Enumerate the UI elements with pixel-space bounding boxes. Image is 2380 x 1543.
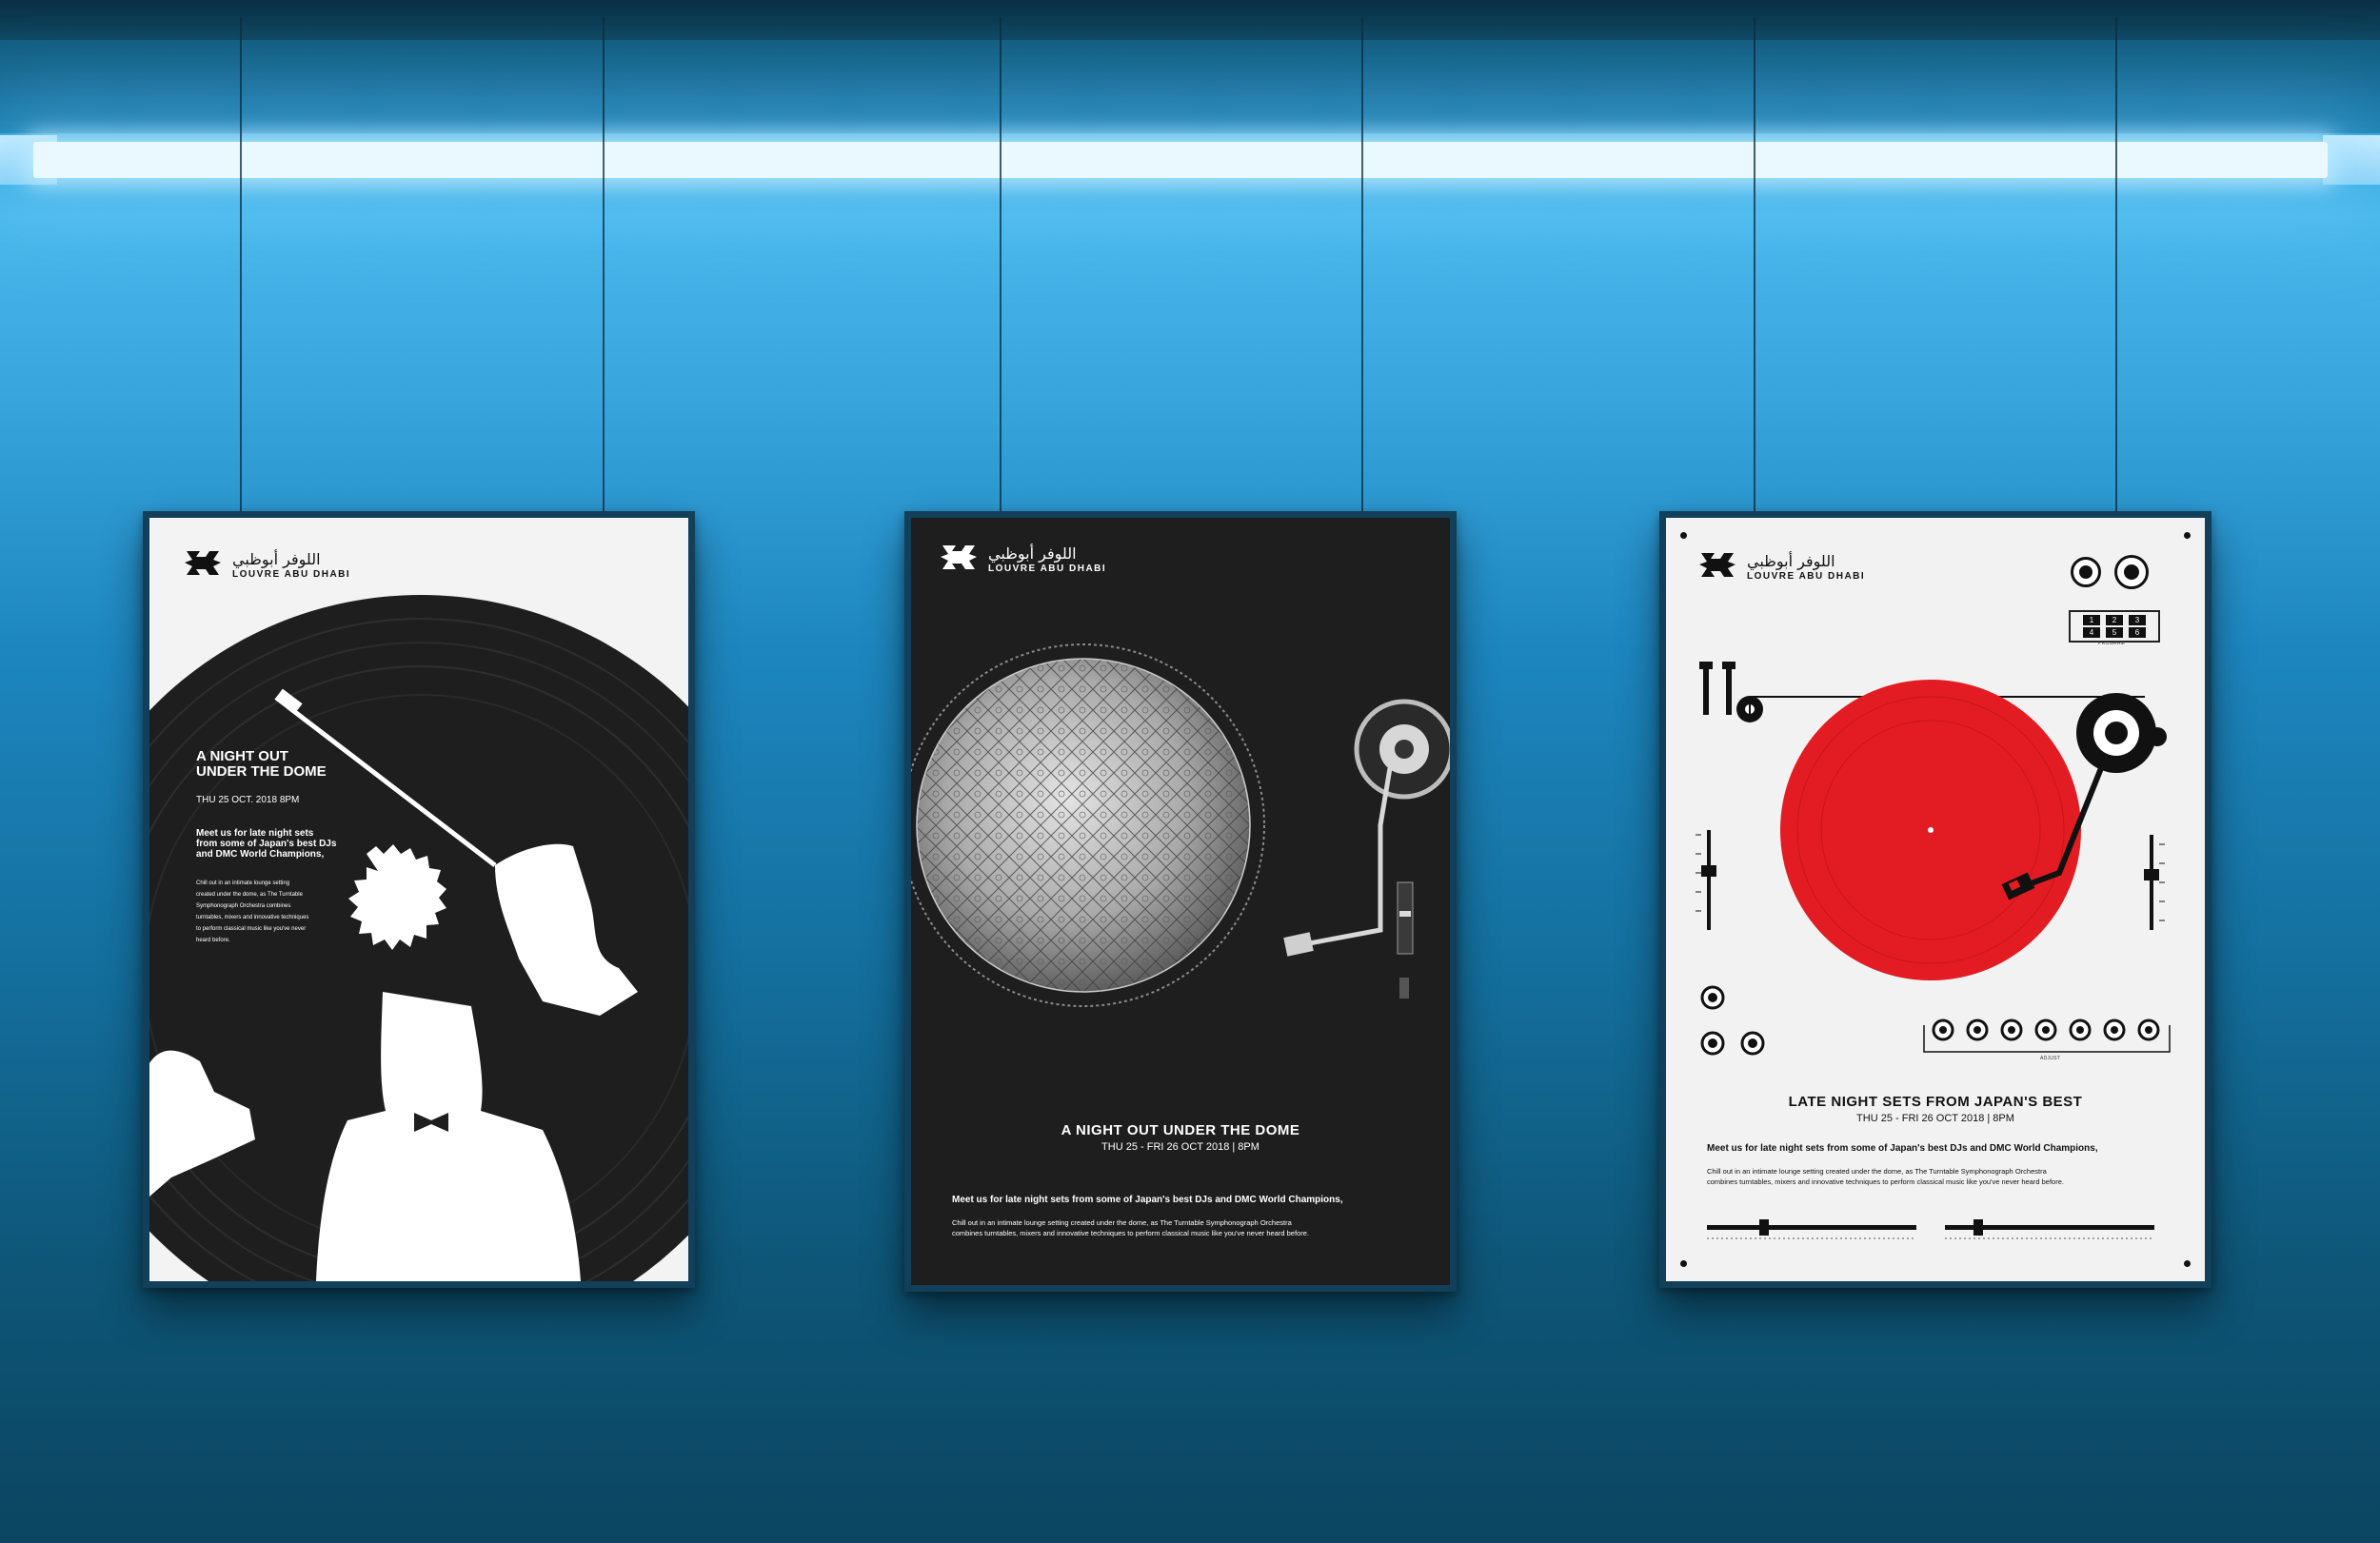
- ceiling-band: [0, 40, 2380, 133]
- poster-frame: [143, 511, 695, 1288]
- hanging-wire: [1754, 17, 1755, 524]
- hanging-wire: [240, 17, 242, 524]
- hanging-wire: [1000, 17, 1002, 524]
- poster-frame: [1659, 511, 2211, 1288]
- light-end-cap-right: [2323, 135, 2380, 185]
- poster-center: اللوفر أبوظبي LOUVRE ABU DHABI A NIGHT O…: [904, 511, 1457, 1292]
- ceiling: [0, 0, 2380, 40]
- hanging-wire: [1361, 17, 1363, 524]
- poster-right: اللوفر أبوظبي LOUVRE ABU DHABI 1 2 3 4 5…: [1659, 511, 2211, 1288]
- fluorescent-light-tube: [33, 142, 2328, 178]
- poster-left: اللوفر أبوظبي LOUVRE ABU DHABI A NIGHT O…: [143, 511, 695, 1288]
- hanging-wire: [603, 17, 605, 524]
- hanging-wire: [2115, 17, 2117, 524]
- poster-frame: [904, 511, 1457, 1292]
